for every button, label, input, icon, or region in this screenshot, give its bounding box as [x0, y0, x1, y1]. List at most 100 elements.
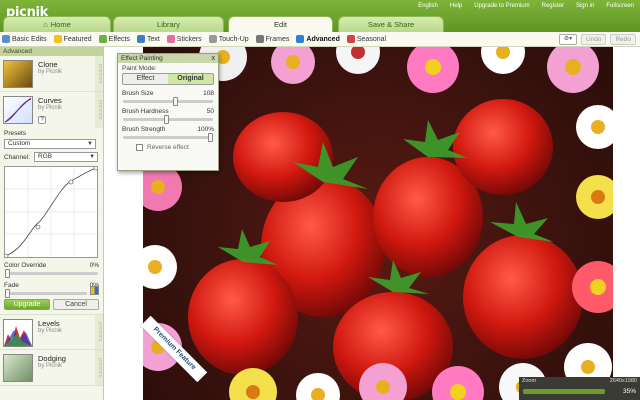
undo-button[interactable]: Undo	[580, 34, 607, 45]
effect-dodging[interactable]: Dodging by Picnik premium	[0, 350, 103, 386]
chevron-down-icon: ▼	[89, 154, 96, 160]
checkbox-box[interactable]	[136, 144, 143, 151]
channel-label: Channel:	[4, 153, 31, 161]
brush-size-value: 108	[203, 90, 214, 97]
tool-frames[interactable]: Frames	[255, 35, 289, 43]
tool-text[interactable]: Text	[136, 35, 160, 43]
sign-in-link[interactable]: Sign in	[576, 3, 594, 9]
color-override-label: Color Override	[4, 262, 47, 269]
fade-label: Fade	[4, 282, 19, 289]
slider-knob[interactable]	[5, 269, 10, 278]
fade-slider[interactable]	[5, 289, 87, 298]
sticker-icon	[166, 35, 175, 43]
slider-knob[interactable]	[5, 289, 10, 298]
help-menu[interactable]: Help	[450, 3, 462, 9]
curves-thumb-graph	[4, 97, 32, 123]
reverse-effect-label: Reverse effect	[147, 144, 189, 151]
tool-featured[interactable]: Featured	[53, 35, 92, 43]
premium-label: premium	[95, 350, 103, 385]
help-button[interactable]: ?	[38, 116, 46, 124]
tab-home[interactable]: ⌂ Home	[3, 16, 111, 32]
curve-graph	[3, 165, 99, 259]
tool-touch-up[interactable]: Touch-Up	[208, 35, 249, 43]
fade-row: Fade 0%	[0, 282, 103, 289]
compare-icon[interactable]	[90, 285, 99, 295]
paint-mode-label: Paint Mode:	[122, 65, 157, 72]
channel-dropdown[interactable]: RGB ▼	[34, 152, 99, 162]
effect-curves[interactable]: Curves by Picnik ? premium	[0, 92, 103, 128]
brush-hardness-label: Brush Hardness	[122, 108, 169, 115]
slider-knob[interactable]	[172, 97, 178, 106]
upgrade-button[interactable]: Upgrade	[4, 299, 50, 310]
tool-seasonal[interactable]: Seasonal	[346, 35, 386, 43]
dodging-thumbnail	[3, 354, 33, 382]
effect-levels[interactable]: Levels by Picnik premium	[0, 314, 103, 350]
paint-mode-toggle: Effect Original	[122, 73, 214, 85]
top-menu: English Help Upgrade to Premium Register…	[418, 3, 634, 9]
channel-row: Channel: RGB ▼	[0, 149, 103, 162]
options-dropdown[interactable]: ⚙▾	[558, 34, 577, 45]
zoom-value: 35%	[622, 388, 636, 395]
frame-icon	[255, 35, 264, 43]
curves-panel: Curves by Picnik ? premium Presets Custo…	[0, 92, 103, 310]
zoom-slider[interactable]	[523, 389, 605, 394]
slider-knob[interactable]	[207, 133, 213, 142]
zoom-header: Zoom 2640x1980	[519, 377, 640, 385]
register-link[interactable]: Register	[542, 3, 564, 9]
clone-thumbnail	[3, 60, 33, 88]
mode-effect-button[interactable]: Effect	[123, 74, 168, 84]
color-override-value: 0%	[89, 262, 99, 269]
brush-size-label: Brush Size	[122, 90, 154, 97]
color-override-row: Color Override 0%	[0, 262, 103, 269]
mode-original-button[interactable]: Original	[168, 74, 213, 84]
presets-dropdown[interactable]: Custom ▼	[4, 139, 96, 149]
star-icon	[53, 35, 62, 43]
home-icon: ⌂	[43, 20, 48, 29]
premium-label: premium	[95, 56, 103, 91]
tab-save-share[interactable]: Save & Share	[338, 16, 444, 32]
cancel-button[interactable]: Cancel	[53, 299, 99, 310]
action-buttons: Upgrade Cancel	[0, 295, 103, 310]
tab-edit[interactable]: Edit	[228, 16, 333, 32]
dialog-header[interactable]: Effect Painting x	[118, 54, 218, 63]
fullscreen-link[interactable]: Fullscreen	[606, 3, 634, 9]
reverse-effect-checkbox[interactable]: Reverse effect	[118, 139, 218, 151]
tool-stickers[interactable]: Stickers	[166, 35, 202, 43]
chevron-down-icon: ▼	[87, 141, 93, 147]
brush-hardness-slider[interactable]	[123, 115, 213, 124]
image-dimensions: 2640x1980	[609, 378, 637, 384]
effects-icon	[98, 35, 107, 43]
brush-strength-label: Brush Strength	[122, 126, 166, 133]
gear-icon	[296, 35, 305, 43]
redo-button[interactable]: Redo	[610, 34, 636, 45]
levels-thumbnail	[3, 319, 33, 347]
zoom-panel: Zoom 2640x1980 35%	[519, 377, 640, 400]
tab-library[interactable]: Library	[113, 16, 224, 32]
brush-strength-slider[interactable]	[123, 133, 213, 142]
brush-hardness-value: 50	[206, 108, 214, 115]
effect-clone[interactable]: Clone by Picnik premium	[0, 56, 103, 92]
slider-knob[interactable]	[163, 115, 169, 124]
calendar-icon	[346, 35, 355, 43]
main-tabs: ⌂ Home Library Edit Save & Share	[0, 16, 640, 32]
gear-icon: ⚙▾	[563, 36, 573, 42]
presets-label: Presets	[4, 130, 27, 137]
language-menu[interactable]: English	[418, 3, 438, 9]
brush-size-slider[interactable]	[123, 97, 213, 106]
upgrade-link[interactable]: Upgrade to Premium	[474, 3, 529, 9]
wand-icon	[2, 35, 10, 43]
section-header: Advanced	[0, 47, 103, 56]
brush-icon	[208, 35, 217, 43]
tool-basic-edits[interactable]: Basic Edits	[2, 35, 47, 43]
premium-label: premium	[95, 315, 103, 349]
brush-size-row: Brush Size 108	[118, 85, 218, 97]
curves-editor[interactable]	[3, 165, 99, 259]
effect-painting-dialog: Effect Painting x Paint Mode: Effect Ori…	[117, 53, 219, 171]
tool-advanced[interactable]: Advanced	[296, 35, 340, 43]
close-icon[interactable]: x	[212, 54, 216, 63]
tool-effects[interactable]: Effects	[98, 35, 130, 43]
dialog-title: Effect Painting	[121, 55, 163, 62]
zoom-label: Zoom	[522, 378, 537, 384]
text-icon	[136, 35, 145, 43]
color-override-slider[interactable]	[5, 269, 98, 278]
